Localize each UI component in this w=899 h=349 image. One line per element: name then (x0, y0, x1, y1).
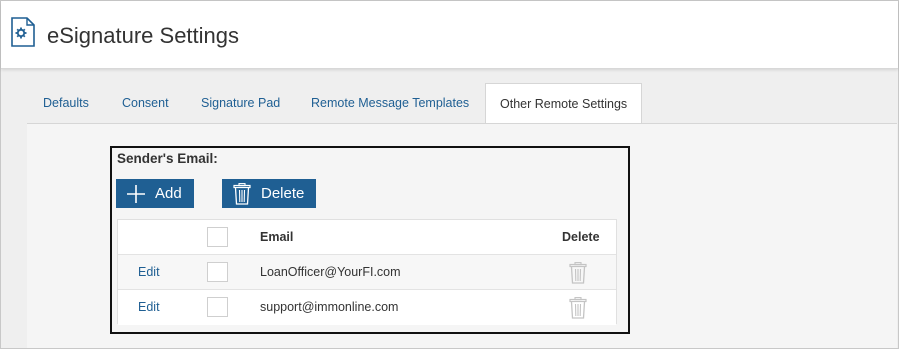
table-row: Edit LoanOfficer@YourFI.com (118, 255, 616, 290)
senders-email-table: Email Delete Edit LoanOfficer@YourFI.com… (117, 219, 617, 325)
edit-link[interactable]: Edit (138, 255, 160, 290)
edit-link[interactable]: Edit (138, 290, 160, 325)
settings-document-icon (11, 17, 35, 47)
email-cell: LoanOfficer@YourFI.com (260, 265, 401, 279)
table-header-row: Email Delete (118, 220, 616, 255)
email-cell: support@immonline.com (260, 300, 399, 314)
row-trash-icon[interactable] (569, 262, 587, 284)
tab-signature-pad[interactable]: Signature Pad (201, 83, 280, 123)
tab-defaults[interactable]: Defaults (43, 83, 89, 123)
add-button-label: Add (155, 185, 182, 202)
column-header-email: Email (260, 230, 294, 244)
select-all-checkbox[interactable] (207, 227, 228, 247)
plus-icon (126, 184, 146, 204)
page-title: eSignature Settings (47, 23, 240, 48)
senders-email-label: Sender's Email: (117, 151, 218, 166)
row-trash-icon[interactable] (569, 297, 587, 319)
settings-tabs: Defaults Consent Signature Pad Remote Me… (27, 83, 897, 124)
tab-consent[interactable]: Consent (122, 83, 169, 123)
trash-icon (233, 182, 251, 205)
delete-button[interactable]: Delete (222, 179, 316, 208)
page-header: eSignature Settings (1, 1, 898, 69)
add-button[interactable]: Add (116, 179, 194, 208)
tab-remote-message-templates[interactable]: Remote Message Templates (311, 83, 469, 123)
table-row: Edit support@immonline.com (118, 290, 616, 325)
column-header-delete: Delete (562, 230, 600, 244)
row-checkbox[interactable] (207, 297, 228, 317)
row-checkbox[interactable] (207, 262, 228, 282)
tab-other-remote-settings[interactable]: Other Remote Settings (485, 83, 643, 124)
delete-button-label: Delete (261, 185, 305, 202)
